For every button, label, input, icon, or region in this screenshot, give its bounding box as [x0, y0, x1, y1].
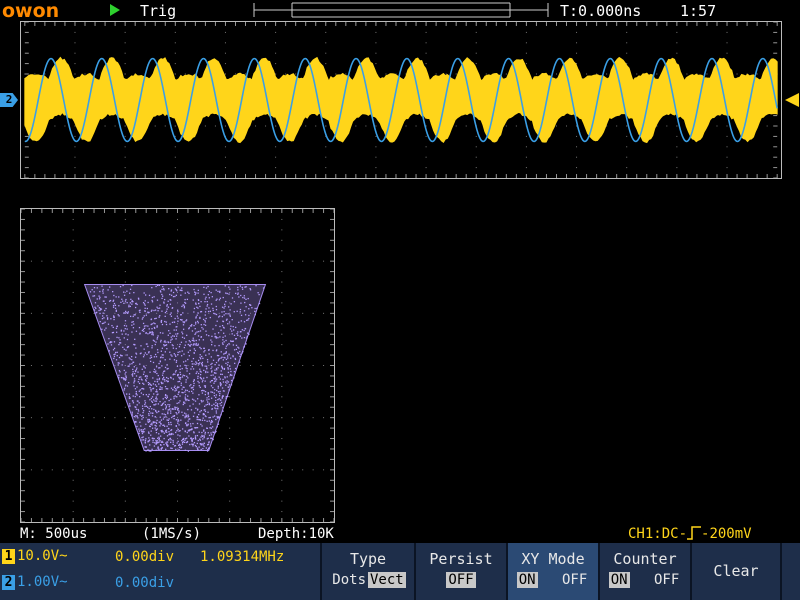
type-title: Type — [322, 550, 414, 568]
clear-menu-button[interactable]: Clear — [690, 543, 780, 600]
type-option-dots[interactable]: Dots — [330, 572, 368, 588]
waveform-display[interactable] — [20, 21, 782, 179]
ch1-frequency: 1.09314MHz — [200, 549, 284, 565]
trigger-level-marker[interactable] — [785, 93, 799, 107]
xy-display[interactable] — [20, 208, 335, 523]
type-option-vect[interactable]: Vect — [368, 572, 406, 588]
ch2-info-row[interactable]: 2 1.00V~ — [2, 574, 68, 594]
menu-edge — [780, 543, 800, 600]
xy-mode-title: XY Mode — [508, 550, 598, 568]
counter-title: Counter — [600, 550, 690, 568]
trigger-setting-label: CH1:DC- -200mV — [628, 526, 752, 542]
ch1-badge: 1 — [2, 549, 15, 564]
xy-lissajous-figure — [85, 285, 266, 452]
ch1-volts: 10.0V~ — [17, 548, 68, 564]
ch2-level-marker[interactable]: 2 — [0, 93, 18, 107]
type-menu-button[interactable]: Type Dots Vect — [320, 543, 414, 600]
persist-title: Persist — [416, 550, 506, 568]
trigger-level-label: -200mV — [701, 526, 752, 542]
run-state-icon — [110, 4, 120, 16]
ch2-volts: 1.00V~ — [17, 574, 68, 590]
memory-position-bar[interactable] — [252, 2, 550, 18]
xy-mode-menu-button[interactable]: XY Mode ON OFF — [506, 543, 598, 600]
persist-value: OFF — [446, 572, 475, 588]
xy-mode-off[interactable]: OFF — [560, 572, 589, 588]
xy-mode-on[interactable]: ON — [517, 572, 538, 588]
trigger-source-label: CH1:DC- — [628, 526, 687, 542]
counter-menu-button[interactable]: Counter ON OFF — [598, 543, 690, 600]
counter-on[interactable]: ON — [609, 572, 630, 588]
ch1-offset: 0.00div — [115, 549, 174, 565]
clock: 1:57 — [680, 2, 716, 20]
clear-title: Clear — [692, 562, 780, 580]
sample-rate-label: (1MS/s) — [142, 526, 201, 542]
counter-off[interactable]: OFF — [652, 572, 681, 588]
timebase-label: M: 500us — [20, 526, 87, 542]
persist-menu-button[interactable]: Persist OFF — [414, 543, 506, 600]
memory-depth-label: Depth:10K — [258, 526, 334, 542]
ch2-badge: 2 — [2, 575, 15, 590]
trigger-status-label: Trig — [140, 2, 176, 20]
rising-edge-icon — [687, 526, 701, 540]
owon-logo: owon — [2, 0, 59, 22]
ch1-info-row[interactable]: 1 10.0V~ — [2, 548, 68, 568]
trigger-time-offset: T:0.000ns — [560, 2, 641, 20]
ch2-offset: 0.00div — [115, 575, 174, 591]
